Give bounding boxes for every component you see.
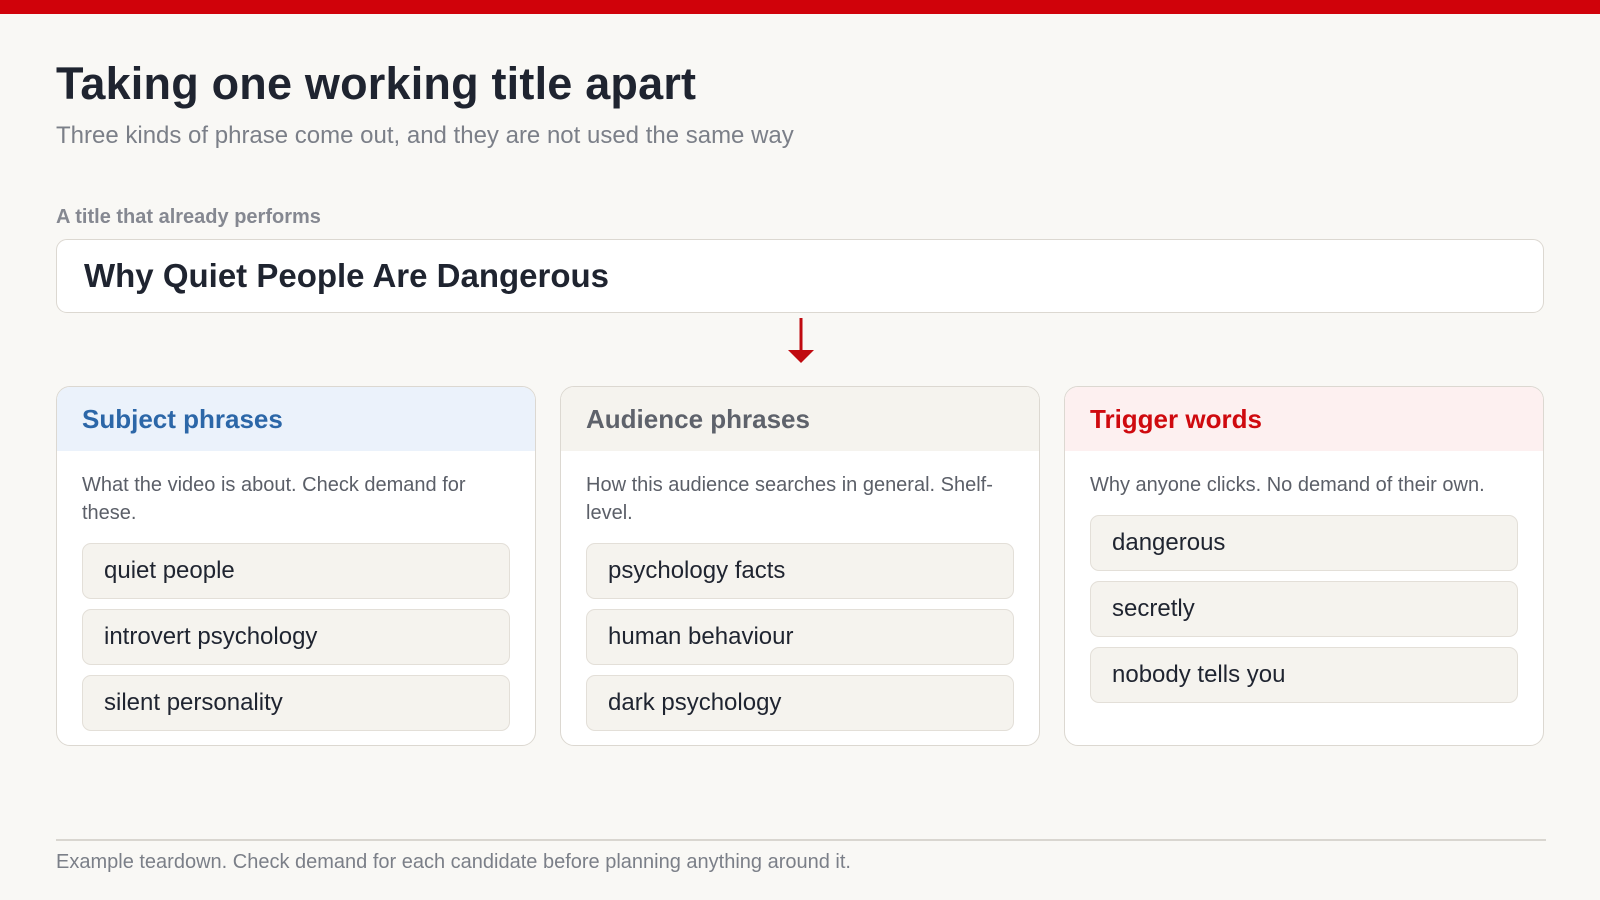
column-description: How this audience searches in general. S… <box>586 474 993 524</box>
column-header: Trigger words <box>1065 387 1543 451</box>
phrase-chip: dangerous <box>1090 515 1518 571</box>
page: Taking one working title apart Three kin… <box>56 0 1546 900</box>
footer-divider <box>56 839 1546 841</box>
phrase-list: quiet people introvert psychology silent… <box>57 543 535 731</box>
phrase-columns: Subject phrases What the video is about.… <box>56 386 1546 746</box>
phrase-chip: silent personality <box>82 675 510 731</box>
phrase-chip: nobody tells you <box>1090 647 1518 703</box>
phrase-chip: secretly <box>1090 581 1518 637</box>
phrase-list: dangerous secretly nobody tells you <box>1065 515 1543 703</box>
example-title-text: Why Quiet People Are Dangerous <box>84 257 610 294</box>
phrase-chip: psychology facts <box>586 543 1014 599</box>
phrase-chip: quiet people <box>82 543 510 599</box>
page-subtitle: Three kinds of phrase come out, and they… <box>56 122 794 149</box>
footer-note: Example teardown. Check demand for each … <box>56 851 851 873</box>
example-title-label: A title that already performs <box>56 206 321 228</box>
column-description: Why anyone clicks. No demand of their ow… <box>1090 474 1485 496</box>
column-description: What the video is about. Check demand fo… <box>82 474 466 524</box>
column-header: Subject phrases <box>57 387 535 451</box>
arrow-down-icon <box>788 318 814 363</box>
phrase-list: psychology facts human behaviour dark ps… <box>561 543 1039 731</box>
column-audience-phrases: Audience phrases How this audience searc… <box>560 386 1040 746</box>
phrase-chip: dark psychology <box>586 675 1014 731</box>
phrase-chip: introvert psychology <box>82 609 510 665</box>
column-header: Audience phrases <box>561 387 1039 451</box>
phrase-chip: human behaviour <box>586 609 1014 665</box>
example-title-box: Why Quiet People Are Dangerous <box>56 239 1544 313</box>
column-subject-phrases: Subject phrases What the video is about.… <box>56 386 536 746</box>
page-title: Taking one working title apart <box>56 58 697 109</box>
column-trigger-words: Trigger words Why anyone clicks. No dema… <box>1064 386 1544 746</box>
